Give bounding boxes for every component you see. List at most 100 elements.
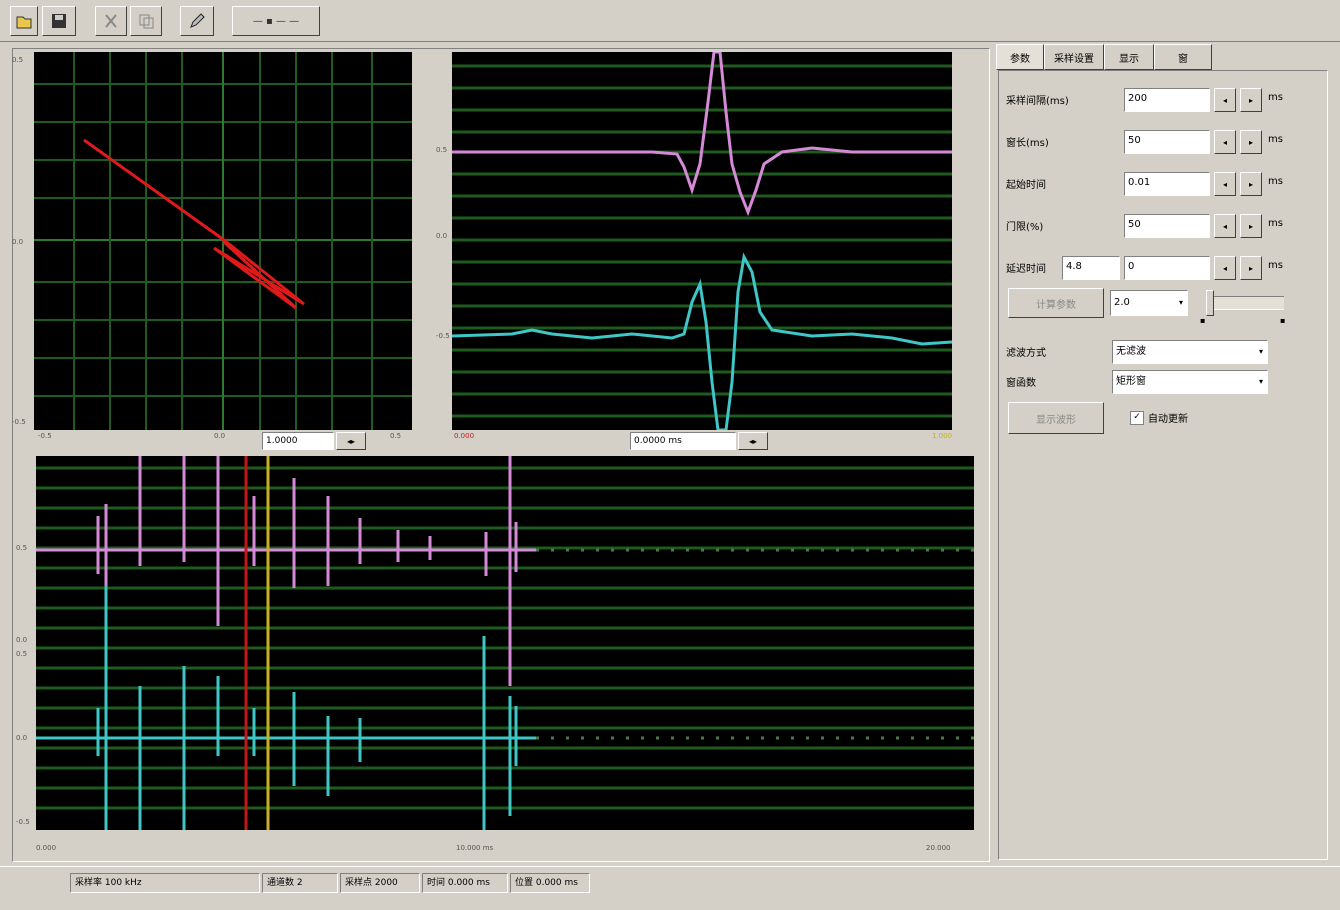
settings-panel: 参数 采样设置 显示 窗 xyxy=(994,44,1332,864)
param-field-3[interactable]: 0.01 xyxy=(1124,172,1210,196)
param-label-4: 门限(%) xyxy=(1006,222,1044,233)
edit-button[interactable] xyxy=(180,6,214,36)
param-field-2[interactable]: 50 xyxy=(1124,130,1210,154)
window-select-value: 矩形窗 xyxy=(1116,376,1146,387)
param-unit-3: ms xyxy=(1268,176,1283,187)
tab-display[interactable]: 显示 xyxy=(1104,44,1154,70)
param-unit-4: ms xyxy=(1268,218,1283,229)
copy-button[interactable] xyxy=(130,6,162,36)
timeline-ytick-1: 0.5 xyxy=(16,544,28,552)
status-position: 位置 0.000 ms xyxy=(510,873,590,893)
param-spin-up-4[interactable]: ▸ xyxy=(1240,214,1262,238)
chevron-down-icon: ▾ xyxy=(1178,298,1183,307)
param-row-4: 门限(%) 50 ◂ ▸ ms xyxy=(1006,212,1326,238)
open-icon xyxy=(16,16,32,29)
wave-right-label: 1.000 xyxy=(932,432,953,440)
xy-plot[interactable] xyxy=(34,52,412,430)
param-spin-down-5[interactable]: ◂ xyxy=(1214,256,1236,280)
param-row-5: 延迟时间 4.8 0 ◂ ▸ ms xyxy=(1006,254,1326,280)
param-unit-2: ms xyxy=(1268,134,1283,145)
xy-ytick-top: 0.5 xyxy=(12,56,24,64)
tab-sampling[interactable]: 采样设置 xyxy=(1044,44,1104,70)
param-label-3: 起始时间 xyxy=(1006,180,1046,191)
tab-params[interactable]: 参数 xyxy=(996,44,1044,70)
wave-time-field[interactable]: 0.0000 ms xyxy=(630,432,736,450)
save-button[interactable] xyxy=(42,6,76,36)
slider-thumb[interactable] xyxy=(1206,290,1214,316)
open-button[interactable] xyxy=(10,6,38,36)
copy-icon xyxy=(139,14,154,29)
waveform-plot-panel: 0.5 0.0 -0.5 0.000 1.000 xyxy=(436,52,962,440)
xy-xtick-right: 0.5 xyxy=(390,432,402,440)
param-field-4[interactable]: 50 xyxy=(1124,214,1210,238)
tab-window[interactable]: 窗 xyxy=(1154,44,1212,70)
timeline-plot-panel: 0.5 0.0 0.5 0.0 -0.5 0.000 10.000 ms 20.… xyxy=(16,456,976,856)
param-field-5[interactable]: 0 xyxy=(1124,256,1210,280)
param-row-3: 起始时间 0.01 ◂ ▸ ms xyxy=(1006,170,1326,196)
filter-select[interactable]: 无滤波 ▾ xyxy=(1112,340,1268,364)
dropdown1-label: 滤波方式 xyxy=(1006,348,1046,359)
param-spin-down-1[interactable]: ◂ xyxy=(1214,88,1236,112)
auto-update-label: 自动更新 xyxy=(1148,414,1188,425)
status-time: 时间 0.000 ms xyxy=(422,873,508,893)
show-wave-button[interactable]: 显示波形 xyxy=(1008,402,1104,434)
timeline-x-right: 20.000 xyxy=(926,844,951,852)
param-spin-up-5[interactable]: ▸ xyxy=(1240,256,1262,280)
dropdown-row-1: 滤波方式 无滤波 ▾ xyxy=(1006,340,1276,364)
small-combo[interactable]: 2.0 ▾ xyxy=(1110,290,1188,316)
status-sample-rate: 采样率 100 kHz xyxy=(70,873,260,893)
dropdown-row-2: 窗函数 矩形窗 ▾ xyxy=(1006,370,1276,394)
timeline-x-left: 0.000 xyxy=(36,844,57,852)
param-spin-up-1[interactable]: ▸ xyxy=(1240,88,1262,112)
xy-xtick-mid: 0.0 xyxy=(214,432,226,440)
param-field-1[interactable]: 200 xyxy=(1124,88,1210,112)
param-row-2: 窗长(ms) 50 ◂ ▸ ms xyxy=(1006,128,1326,154)
timeline-x-mid: 10.000 ms xyxy=(456,844,494,852)
apply-button[interactable]: 计算参数 xyxy=(1008,288,1104,318)
save-icon xyxy=(52,14,66,28)
wave-ytick-1: 0.5 xyxy=(436,146,448,154)
status-points: 采样点 2000 xyxy=(340,873,420,893)
pencil-icon xyxy=(190,13,205,28)
timeline-ytick-5: -0.5 xyxy=(16,818,30,826)
timeline-ytick-2: 0.0 xyxy=(16,636,28,644)
cut-icon xyxy=(105,14,117,28)
xy-xtick-left: -0.5 xyxy=(38,432,52,440)
checkbox-check-icon: ✓ xyxy=(1130,410,1144,425)
zoom-icon: — ▪ — — xyxy=(252,15,300,27)
xy-plot-panel: 0.5 0.0 -0.5 -0.5 0.0 0.5 xyxy=(12,52,414,440)
param-spin-down-3[interactable]: ◂ xyxy=(1214,172,1236,196)
param-row-1: 采样间隔(ms) 200 ◂ ▸ ms xyxy=(1006,86,1326,112)
zoom-button[interactable]: — ▪ — — xyxy=(232,6,320,36)
xy-scale-field[interactable]: 1.0000 xyxy=(262,432,334,450)
timeline-plot[interactable] xyxy=(36,456,974,830)
param-spin-up-2[interactable]: ▸ xyxy=(1240,130,1262,154)
param-label-5: 延迟时间 xyxy=(1006,264,1046,275)
status-channels: 通道数 2 xyxy=(262,873,338,893)
wave-left-label: 0.000 xyxy=(454,432,475,440)
slider-track[interactable] xyxy=(1208,296,1284,310)
param-spin-down-2[interactable]: ◂ xyxy=(1214,130,1236,154)
cut-button[interactable] xyxy=(95,6,127,36)
param-label-1: 采样间隔(ms) xyxy=(1006,96,1069,107)
wave-ytick-3: -0.5 xyxy=(436,332,450,340)
param-unit-5: ms xyxy=(1268,260,1283,271)
timeline-ytick-3: 0.5 xyxy=(16,650,28,658)
toolbar: — ▪ — — xyxy=(0,0,1340,42)
slider-tick-left: ▪ xyxy=(1200,316,1206,325)
auto-update-checkbox[interactable]: ✓ 自动更新 xyxy=(1130,410,1188,425)
chevron-down-icon: ▾ xyxy=(1258,377,1263,386)
param-spin-down-4[interactable]: ◂ xyxy=(1214,214,1236,238)
waveform-plot[interactable] xyxy=(452,52,952,430)
delay-box[interactable]: 4.8 xyxy=(1062,256,1120,280)
filter-select-value: 无滤波 xyxy=(1116,346,1146,357)
dropdown2-label: 窗函数 xyxy=(1006,378,1036,389)
param-spin-up-3[interactable]: ▸ xyxy=(1240,172,1262,196)
chevron-down-icon: ▾ xyxy=(1258,347,1263,356)
xy-scale-spin[interactable]: ◂▸ xyxy=(336,432,366,450)
wave-time-spin[interactable]: ◂▸ xyxy=(738,432,768,450)
wave-ytick-2: 0.0 xyxy=(436,232,448,240)
xy-ytick-mid: 0.0 xyxy=(12,238,24,246)
small-combo-value: 2.0 xyxy=(1114,297,1130,308)
window-select[interactable]: 矩形窗 ▾ xyxy=(1112,370,1268,394)
